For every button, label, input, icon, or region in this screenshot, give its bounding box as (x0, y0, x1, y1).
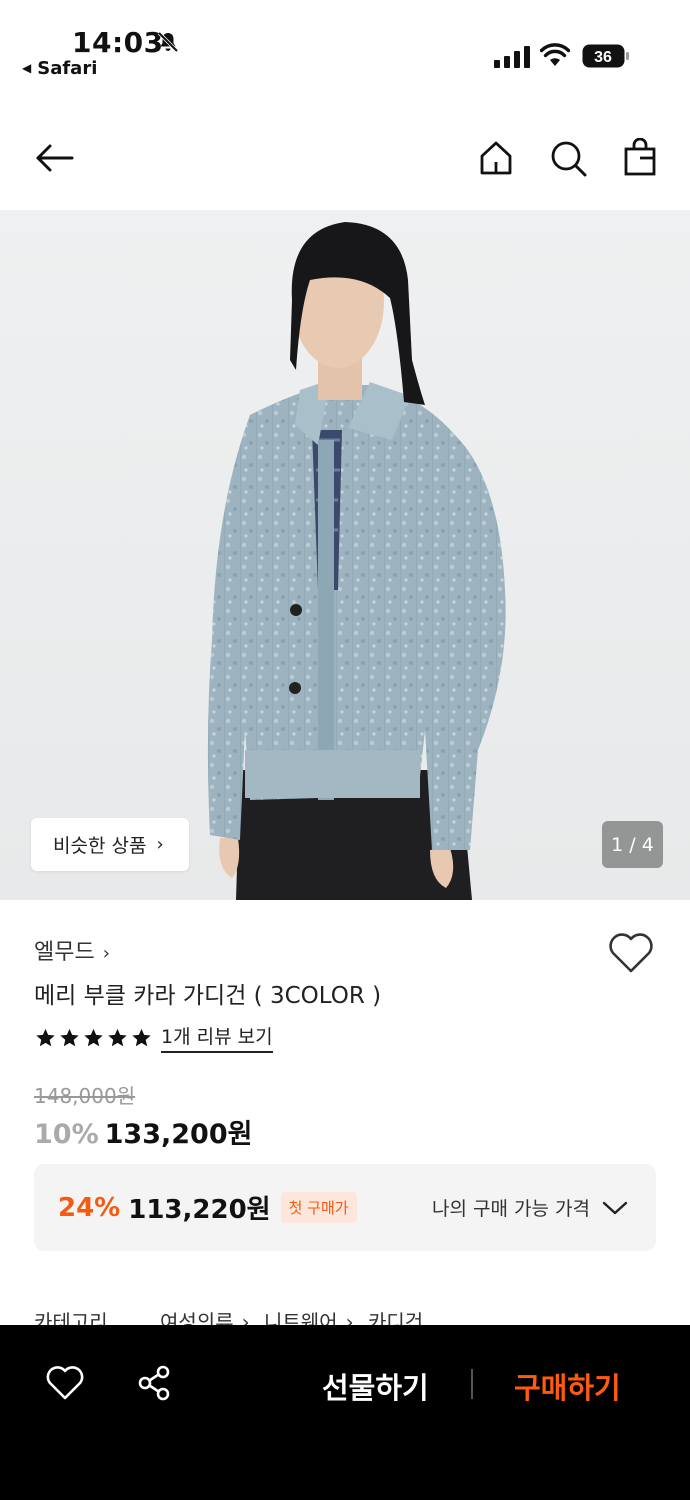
price-row: 10% 133,200원 (34, 1112, 252, 1151)
chevron-right-icon: › (156, 834, 164, 855)
model-illustration (0, 210, 690, 900)
bell-muted-icon (157, 31, 179, 53)
gift-button[interactable]: 선물하기 (322, 1365, 429, 1407)
star-icon (60, 1028, 79, 1046)
my-price-toggle[interactable]: 나의 구매 가능 가격 (432, 1164, 628, 1251)
share-icon[interactable] (136, 1365, 172, 1401)
star-rating (34, 1027, 153, 1049)
discount-rate: 10% (34, 1119, 99, 1150)
wishlist-heart-icon[interactable] (608, 932, 654, 974)
rating-row: 1개 리뷰 보기 (34, 1022, 273, 1053)
original-price: 148,000원 (34, 1084, 136, 1108)
back-to-app[interactable]: ◀ Safari (22, 58, 97, 79)
status-time: 14:03 (72, 26, 164, 59)
shopping-bag-icon[interactable] (620, 138, 660, 178)
chevron-right-icon: › (102, 943, 110, 964)
benefit-discount: 24% (58, 1192, 121, 1223)
category-breadcrumb: 카테고리 여성의류 › 니트웨어 › 카디건 (34, 1306, 654, 1326)
sale-price: 133,200원 (104, 1119, 253, 1150)
chevron-down-icon (602, 1201, 628, 1214)
svg-text:36: 36 (594, 49, 612, 66)
battery-indicator: 36 (582, 44, 630, 68)
battery-icon: 36 (582, 44, 629, 68)
benefit-price: 113,220원 (128, 1195, 271, 1225)
star-icon (36, 1028, 55, 1046)
category-link[interactable]: 여성의류 (160, 1310, 234, 1326)
image-page-indicator: 1 / 4 (602, 821, 663, 868)
search-icon[interactable] (548, 138, 588, 178)
category-label: 카테고리 (34, 1310, 108, 1326)
divider (471, 1369, 473, 1399)
review-link[interactable]: 1개 리뷰 보기 (161, 1022, 273, 1053)
heart-icon[interactable] (46, 1365, 84, 1401)
star-icon (108, 1028, 127, 1046)
category-link[interactable]: 니트웨어 (264, 1310, 338, 1326)
buy-button[interactable]: 구매하기 (514, 1365, 621, 1407)
wifi-icon (540, 43, 570, 66)
back-triangle-icon: ◀ (22, 61, 32, 75)
first-purchase-badge: 첫 구매가 (280, 1192, 357, 1223)
product-title: 메리 부클 카라 가디건 ( 3COLOR ) (34, 983, 382, 1009)
brand-link[interactable]: 엘무드 › (34, 934, 110, 966)
chevron-right-icon: › (241, 1310, 250, 1326)
bottom-action-bar: 선물하기 구매하기 (0, 1325, 690, 1500)
top-nav (0, 120, 690, 200)
similar-products-button[interactable]: 비슷한 상품 › (31, 818, 189, 871)
star-icon (132, 1028, 151, 1046)
home-icon[interactable] (476, 138, 516, 178)
benefit-price-box[interactable]: 24% 113,220원 첫 구매가 나의 구매 가능 가격 (34, 1164, 656, 1251)
status-bar: 14:03 ◀ Safari 36 (0, 0, 690, 90)
product-image[interactable]: 비슷한 상품 › 1 / 4 (0, 210, 690, 900)
back-arrow-icon[interactable] (34, 138, 74, 178)
chevron-right-icon: › (345, 1310, 354, 1326)
category-link[interactable]: 카디건 (368, 1310, 423, 1326)
star-icon (84, 1028, 103, 1046)
cellular-signal-icon (494, 46, 530, 68)
